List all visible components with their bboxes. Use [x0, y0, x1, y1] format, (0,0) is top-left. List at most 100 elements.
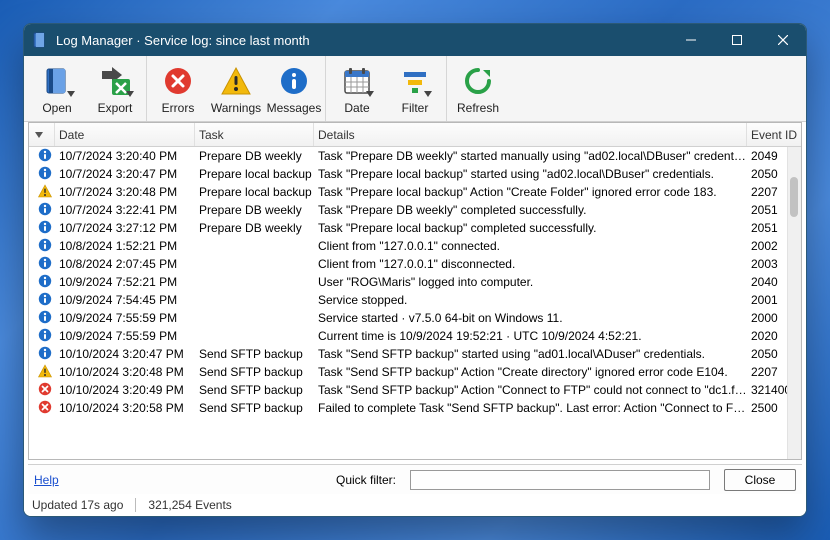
close-button[interactable]: Close — [724, 469, 796, 491]
table-row[interactable]: 10/9/2024 7:55:59 PM Service started · v7… — [29, 309, 801, 327]
close-window-button[interactable] — [760, 24, 806, 56]
table-row[interactable]: 10/9/2024 7:55:59 PM Current time is 10/9… — [29, 327, 801, 345]
row-details: Task "Send SFTP backup" started using "a… — [314, 347, 747, 361]
toolbar: Open Export — [24, 56, 806, 122]
row-info-icon — [29, 148, 55, 165]
row-date: 10/7/2024 3:20:48 PM — [55, 185, 195, 199]
table-row[interactable]: 10/10/2024 3:20:48 PMSend SFTP backupTas… — [29, 363, 801, 381]
table-row[interactable]: 10/7/2024 3:27:12 PMPrepare DB weeklyTas… — [29, 219, 801, 237]
row-task: Send SFTP backup — [195, 365, 314, 379]
refresh-button[interactable]: Refresh — [449, 60, 507, 117]
row-date: 10/7/2024 3:22:41 PM — [55, 203, 195, 217]
column-header-event[interactable]: Event ID — [747, 123, 801, 146]
row-info-icon — [29, 166, 55, 183]
row-date: 10/9/2024 7:55:59 PM — [55, 329, 195, 343]
log-table: Date Task Details Event ID 10/7/2024 3:2… — [28, 122, 802, 460]
row-task: Prepare DB weekly — [195, 221, 314, 235]
window-title: Log Manager · Service log: since last mo… — [56, 33, 668, 48]
table-row[interactable]: 10/10/2024 3:20:58 PMSend SFTP backupFai… — [29, 399, 801, 417]
status-bar: Updated 17s ago 321,254 Events — [24, 494, 806, 516]
info-icon — [279, 66, 309, 96]
table-row[interactable]: 10/7/2024 3:22:41 PMPrepare DB weeklyTas… — [29, 201, 801, 219]
table-row[interactable]: 10/8/2024 1:52:21 PMClient from "127.0.0… — [29, 237, 801, 255]
minimize-button[interactable] — [668, 24, 714, 56]
row-details: Service started · v7.5.0 64-bit on Windo… — [314, 311, 747, 325]
chevron-down-icon — [67, 91, 75, 97]
app-icon — [32, 32, 48, 48]
row-info-icon — [29, 238, 55, 255]
row-details: Task "Send SFTP backup" Action "Connect … — [314, 383, 747, 397]
row-task: Send SFTP backup — [195, 401, 314, 415]
export-button[interactable]: Export — [86, 60, 144, 117]
warning-icon — [220, 66, 252, 96]
table-row[interactable]: 10/10/2024 3:20:49 PMSend SFTP backupTas… — [29, 381, 801, 399]
table-row[interactable]: 10/9/2024 7:52:21 PM User "ROG\Maris" log… — [29, 273, 801, 291]
table-row[interactable]: 10/7/2024 3:20:48 PMPrepare local backup… — [29, 183, 801, 201]
date-filter-button[interactable]: Date — [328, 60, 386, 117]
row-date: 10/9/2024 7:55:59 PM — [55, 311, 195, 325]
column-header-date[interactable]: Date — [55, 123, 195, 146]
row-error-icon — [29, 400, 55, 417]
quick-filter-input[interactable] — [410, 470, 710, 490]
table-row[interactable]: 10/7/2024 3:20:47 PMPrepare local backup… — [29, 165, 801, 183]
titlebar: Log Manager · Service log: since last mo… — [24, 24, 806, 56]
refresh-icon — [463, 66, 493, 96]
help-link[interactable]: Help — [34, 473, 59, 487]
row-details: Task "Prepare DB weekly" completed succe… — [314, 203, 747, 217]
row-task: Prepare local backup — [195, 185, 314, 199]
row-date: 10/8/2024 2:07:45 PM — [55, 257, 195, 271]
row-info-icon — [29, 328, 55, 345]
table-body: 10/7/2024 3:20:40 PMPrepare DB weeklyTas… — [29, 147, 801, 459]
row-date: 10/7/2024 3:20:47 PM — [55, 167, 195, 181]
table-row[interactable]: 10/9/2024 7:54:45 PMService stopped.2001 — [29, 291, 801, 309]
vertical-scrollbar[interactable] — [787, 147, 801, 459]
chevron-down-icon — [366, 91, 374, 97]
row-task: Send SFTP backup — [195, 347, 314, 361]
row-task: Prepare local backup — [195, 167, 314, 181]
row-date: 10/7/2024 3:27:12 PM — [55, 221, 195, 235]
row-date: 10/9/2024 7:52:21 PM — [55, 275, 195, 289]
column-header-details[interactable]: Details — [314, 123, 747, 146]
row-info-icon — [29, 256, 55, 273]
filter-button[interactable]: Filter — [386, 60, 444, 117]
row-warn-icon — [29, 364, 55, 381]
messages-filter-button[interactable]: Messages — [265, 60, 323, 117]
chevron-down-icon — [424, 91, 432, 97]
row-details: Current time is 10/9/2024 19:52:21 · UTC… — [314, 329, 747, 343]
quick-filter-label: Quick filter: — [336, 473, 396, 487]
row-date: 10/10/2024 3:20:49 PM — [55, 383, 195, 397]
row-details: Service stopped. — [314, 293, 747, 307]
row-info-icon — [29, 274, 55, 291]
table-row[interactable]: 10/10/2024 3:20:47 PMSend SFTP backupTas… — [29, 345, 801, 363]
row-details: Client from "127.0.0.1" disconnected. — [314, 257, 747, 271]
row-date: 10/8/2024 1:52:21 PM — [55, 239, 195, 253]
row-warn-icon — [29, 184, 55, 201]
row-details: Failed to complete Task "Send SFTP backu… — [314, 401, 747, 415]
scrollbar-thumb[interactable] — [790, 177, 798, 217]
table-row[interactable]: 10/8/2024 2:07:45 PM Client from "127.0.0… — [29, 255, 801, 273]
table-row[interactable]: 10/7/2024 3:20:40 PMPrepare DB weeklyTas… — [29, 147, 801, 165]
errors-filter-button[interactable]: Errors — [149, 60, 207, 117]
row-date: 10/10/2024 3:20:47 PM — [55, 347, 195, 361]
open-button[interactable]: Open — [28, 60, 86, 117]
column-header-task[interactable]: Task — [195, 123, 314, 146]
row-details: Task "Prepare local backup" started usin… — [314, 167, 747, 181]
row-details: Task "Prepare local backup" completed su… — [314, 221, 747, 235]
maximize-button[interactable] — [714, 24, 760, 56]
row-info-icon — [29, 346, 55, 363]
row-date: 10/9/2024 7:54:45 PM — [55, 293, 195, 307]
app-window: Log Manager · Service log: since last mo… — [23, 23, 807, 517]
status-event-count: 321,254 Events — [148, 498, 231, 512]
footer-bar: Help Quick filter: Close — [28, 464, 802, 494]
row-error-icon — [29, 382, 55, 399]
row-info-icon — [29, 292, 55, 309]
sort-descending-icon — [35, 132, 43, 138]
row-details: User "ROG\Maris" logged into computer. — [314, 275, 747, 289]
row-info-icon — [29, 202, 55, 219]
column-header-icon[interactable] — [29, 123, 55, 146]
row-details: Task "Prepare DB weekly" started manuall… — [314, 149, 747, 163]
error-icon — [163, 66, 193, 96]
row-date: 10/10/2024 3:20:48 PM — [55, 365, 195, 379]
warnings-filter-button[interactable]: Warnings — [207, 60, 265, 117]
row-info-icon — [29, 220, 55, 237]
